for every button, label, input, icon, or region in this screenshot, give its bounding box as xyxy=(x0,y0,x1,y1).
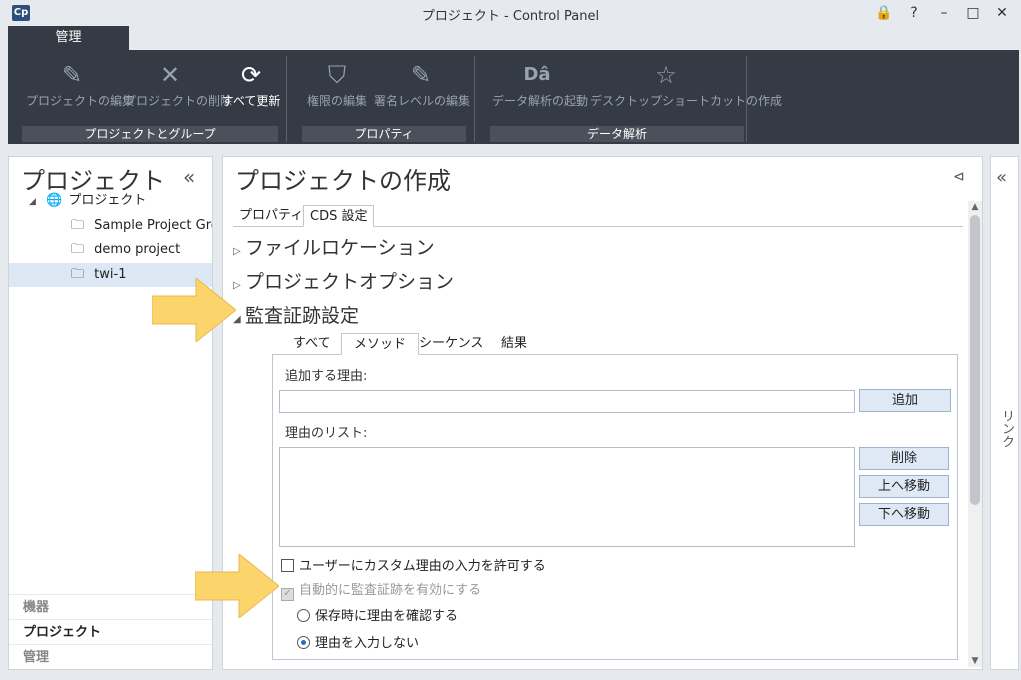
expand-icon[interactable]: ◢ xyxy=(29,197,36,207)
checkbox-box[interactable]: ✓ xyxy=(281,588,294,601)
subtab-sequence[interactable]: シーケンス xyxy=(407,333,495,355)
ribbon: ✎ プロジェクトの編集 ✕ プロジェクトの削除 ⟳ すべて更新 ⛉ 権限の編集 … xyxy=(8,50,1019,144)
title-bar: Cp プロジェクト - Control Panel 🔒 ? – □ ✕ xyxy=(0,0,1021,26)
tree-item-label: プロジェクト xyxy=(68,193,147,208)
subtab-method[interactable]: メソッド xyxy=(341,333,420,355)
folder-icon: 🗀 xyxy=(71,242,85,257)
radio-button[interactable] xyxy=(297,636,310,649)
ribbon-group-projects-and-groups: プロジェクトとグループ xyxy=(22,126,278,142)
folder-icon: 🗀 xyxy=(71,267,85,282)
section-audit-trail-settings[interactable]: ◢ 監査証跡設定 xyxy=(233,301,359,328)
radio-button[interactable] xyxy=(297,609,310,622)
tree-item-demo-project[interactable]: 🗀 demo project xyxy=(9,238,212,262)
subtab-all[interactable]: すべて xyxy=(281,333,343,355)
star-icon: ☆ xyxy=(655,61,677,89)
section-file-location[interactable]: ▷ ファイルロケーション xyxy=(233,233,435,260)
minimize-button[interactable]: – xyxy=(932,3,956,23)
ribbon-group-properties: プロパティ xyxy=(302,126,466,142)
page-title: プロジェクトの作成 xyxy=(235,167,451,195)
move-down-button[interactable]: 下へ移動 xyxy=(859,503,949,526)
folder-icon: 🗀 xyxy=(71,218,85,233)
ribbon-separator xyxy=(474,56,475,142)
tree-item-label: twi-1 xyxy=(94,267,127,282)
x-icon: ✕ xyxy=(159,61,181,89)
highlight-arrow-icon xyxy=(152,278,236,342)
edit-permissions-button[interactable]: ⛉ 権限の編集 xyxy=(304,58,370,114)
nav-administration[interactable]: 管理 xyxy=(9,644,212,669)
refresh-icon: ⟳ xyxy=(240,61,262,89)
expand-right-panel-icon[interactable]: « xyxy=(996,167,1007,188)
data-analysis-icon: Dâ xyxy=(523,64,551,85)
maximize-button[interactable]: □ xyxy=(961,3,985,23)
scrollbar-thumb[interactable] xyxy=(970,215,980,505)
nav-projects[interactable]: プロジェクト xyxy=(9,619,212,644)
ribbon-separator xyxy=(746,56,747,142)
launch-data-analysis-button[interactable]: Dâ データ解析の起動 xyxy=(492,58,588,114)
tab-cds-settings[interactable]: CDS 設定 xyxy=(303,205,375,227)
pin-icon[interactable]: ⊲ xyxy=(953,169,965,185)
ribbon-tab-manage[interactable]: 管理 xyxy=(8,26,129,50)
lock-icon[interactable]: 🔒 xyxy=(872,3,896,23)
create-project-panel: プロジェクトの作成 ⊲ プロパティ CDS 設定 ▷ ファイルロケーション ▷ プロ… xyxy=(222,156,983,670)
edit-project-button[interactable]: ✎ プロジェクトの編集 xyxy=(26,58,134,114)
tree-item-label: Sample Project Group xyxy=(94,218,212,233)
help-button[interactable]: ? xyxy=(902,3,926,23)
globe-icon: 🌐 xyxy=(46,193,63,208)
edit-signature-level-button[interactable]: ✎ 署名レベルの編集 xyxy=(374,58,470,114)
delete-button[interactable]: 削除 xyxy=(859,447,949,470)
auto-enable-audit-trail-checkbox[interactable]: ✓ 自動的に監査証跡を有効にする xyxy=(281,579,481,601)
create-desktop-shortcut-button[interactable]: ☆ デスクトップショートカットの作成 xyxy=(590,58,782,114)
nav-devices[interactable]: 機器 xyxy=(9,594,212,619)
project-panel: プロジェクト « ◢ 🌐 プロジェクト 🗀 Sample Project Gro… xyxy=(8,156,213,670)
section-project-options[interactable]: ▷ プロジェクトオプション xyxy=(233,267,454,294)
ribbon-group-data-analysis: データ解析 xyxy=(490,126,744,142)
reason-to-add-label: 追加する理由: xyxy=(285,369,368,384)
delete-project-button[interactable]: ✕ プロジェクトの削除 xyxy=(124,58,232,114)
expand-icon: ▷ xyxy=(233,246,241,257)
ribbon-separator xyxy=(286,56,287,142)
refresh-all-button[interactable]: ⟳ すべて更新 xyxy=(220,58,282,114)
scroll-down-icon[interactable]: ▼ xyxy=(968,655,982,667)
tab-properties[interactable]: プロパティ xyxy=(233,205,309,227)
reason-list-label: 理由のリスト: xyxy=(285,426,368,441)
window-title: プロジェクト - Control Panel xyxy=(421,9,600,24)
add-button[interactable]: 追加 xyxy=(859,389,951,412)
shield-icon: ⛉ xyxy=(328,61,346,89)
scroll-up-icon[interactable]: ▲ xyxy=(968,201,982,213)
links-label[interactable]: リンク xyxy=(997,409,1016,448)
checkbox-box[interactable] xyxy=(281,559,294,572)
subtab-results[interactable]: 結果 xyxy=(489,333,539,355)
confirm-reason-on-save-radio[interactable]: 保存時に理由を確認する xyxy=(297,605,458,624)
highlight-arrow-icon xyxy=(195,554,279,618)
move-up-button[interactable]: 上へ移動 xyxy=(859,475,949,498)
reason-to-add-input[interactable] xyxy=(279,390,855,413)
links-panel: « リンク xyxy=(990,156,1019,670)
tree-item-projects[interactable]: ◢ 🌐 プロジェクト xyxy=(9,189,212,213)
pencil-icon: ✎ xyxy=(410,61,432,89)
collapse-left-panel-icon[interactable]: « xyxy=(183,165,195,189)
tree-item-sample-project-group[interactable]: 🗀 Sample Project Group xyxy=(9,214,212,238)
no-reason-radio[interactable]: 理由を入力しない xyxy=(297,632,419,651)
allow-custom-reason-checkbox[interactable]: ユーザーにカスタム理由の入力を許可する xyxy=(281,555,546,574)
tree-item-label: demo project xyxy=(94,242,181,257)
main-scrollbar[interactable]: ▲ ▼ xyxy=(968,201,982,667)
pencil-icon: ✎ xyxy=(61,61,83,89)
close-button[interactable]: ✕ xyxy=(990,3,1014,23)
reason-list[interactable] xyxy=(279,447,855,547)
